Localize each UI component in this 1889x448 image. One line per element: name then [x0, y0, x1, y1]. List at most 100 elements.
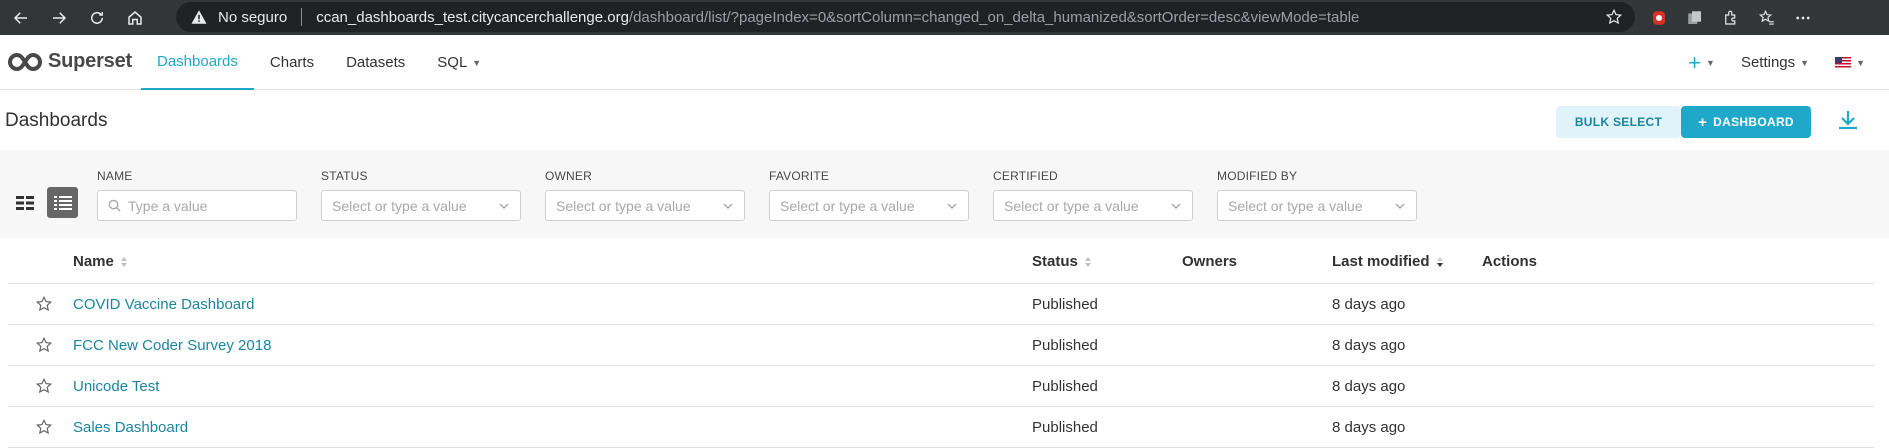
chevron-down-icon: [499, 203, 509, 209]
favorite-star-icon[interactable]: [35, 295, 53, 313]
download-icon[interactable]: [1836, 108, 1860, 132]
superset-logo[interactable]: Superset: [8, 50, 132, 73]
column-owners-label: Owners: [1182, 253, 1238, 270]
sort-icon: [120, 256, 127, 267]
column-status-label: Status: [1032, 253, 1078, 270]
caret-down-icon: ▼: [1800, 57, 1810, 68]
card-view-toggle[interactable]: [9, 187, 40, 218]
nav-dashboards[interactable]: Dashboards: [141, 35, 254, 90]
dashboard-modified: 8 days ago: [1332, 337, 1406, 354]
url-host: ccan_dashboards_test.citycancerchallenge…: [316, 8, 629, 26]
list-icon: [53, 195, 72, 210]
status-select-placeholder: Select or type a value: [332, 197, 467, 214]
language-menu[interactable]: ▼: [1835, 57, 1865, 68]
favorite-star-icon[interactable]: [35, 418, 53, 436]
dashboard-name-link[interactable]: FCC New Coder Survey 2018: [73, 337, 271, 354]
extension-puzzle-icon[interactable]: [1722, 9, 1740, 27]
us-flag-icon: [1835, 57, 1852, 68]
app-header: Superset Dashboards Charts Datasets SQL ▼…: [0, 35, 1889, 90]
modified-by-select-placeholder: Select or type a value: [1228, 197, 1363, 214]
favorite-select[interactable]: Select or type a value: [769, 190, 969, 221]
plus-icon: +: [1688, 49, 1702, 75]
plus-icon: +: [1698, 113, 1708, 131]
nav-sql-label: SQL: [437, 54, 468, 71]
forward-icon: [53, 11, 67, 24]
chevron-down-icon: [947, 203, 957, 209]
home-button[interactable]: [118, 3, 152, 33]
column-last-modified-label: Last modified: [1332, 253, 1430, 270]
filter-certified: CERTIFIED Select or type a value: [993, 169, 1193, 221]
modified-by-select[interactable]: Select or type a value: [1217, 190, 1417, 221]
dashboard-status: Published: [1032, 419, 1098, 436]
dashboard-modified: 8 days ago: [1332, 419, 1406, 436]
dashboard-name-link[interactable]: COVID Vaccine Dashboard: [73, 296, 254, 313]
dashboards-table: Name Status Owners Last modified Actions…: [8, 238, 1874, 448]
table-header: Name Status Owners Last modified Actions: [8, 238, 1874, 284]
collections-icon[interactable]: [1686, 9, 1704, 27]
favorite-star-icon[interactable]: [35, 336, 53, 354]
nav-datasets[interactable]: Datasets: [330, 35, 421, 90]
column-header-name[interactable]: Name: [73, 253, 128, 270]
column-name-label: Name: [73, 253, 114, 270]
forward-button[interactable]: [42, 3, 76, 33]
caret-down-icon: ▼: [472, 57, 482, 68]
chevron-down-icon: [1395, 203, 1405, 209]
nav-dashboards-label: Dashboards: [157, 53, 238, 70]
grid-icon: [15, 195, 34, 210]
add-dashboard-button[interactable]: + DASHBOARD: [1681, 106, 1811, 138]
chevron-down-icon: [723, 203, 733, 209]
owner-select-placeholder: Select or type a value: [556, 197, 691, 214]
address-bar[interactable]: No seguro ccan_dashboards_test.citycance…: [176, 2, 1635, 32]
back-button[interactable]: [4, 3, 38, 33]
browser-toolbar: No seguro ccan_dashboards_test.citycance…: [0, 0, 1889, 35]
certified-select[interactable]: Select or type a value: [993, 190, 1193, 221]
nav-sql[interactable]: SQL ▼: [421, 35, 497, 90]
dashboard-modified: 8 days ago: [1332, 378, 1406, 395]
settings-menu[interactable]: Settings ▼: [1741, 54, 1809, 71]
favorite-star-icon[interactable]: [35, 377, 53, 395]
extensions-area: [1650, 0, 1812, 35]
sort-desc-icon: [1436, 256, 1443, 267]
nav-charts-label: Charts: [269, 54, 315, 71]
menu-dots-icon[interactable]: [1794, 9, 1812, 27]
right-nav: + ▼ Settings ▼ ▼: [1688, 35, 1889, 90]
certified-select-placeholder: Select or type a value: [1004, 197, 1139, 214]
filter-modified-by: MODIFIED BY Select or type a value: [1217, 169, 1417, 221]
address-separator: [301, 8, 303, 26]
column-header-owners: Owners: [1182, 253, 1237, 270]
status-select[interactable]: Select or type a value: [321, 190, 521, 221]
security-label: No seguro: [218, 8, 288, 26]
filter-favorite: FAVORITE Select or type a value: [769, 169, 969, 221]
reload-icon: [91, 11, 103, 24]
sort-icon: [1084, 256, 1091, 267]
url-path: /dashboard/list/?pageIndex=0&sortColumn=…: [628, 8, 1360, 26]
favorites-icon[interactable]: [1758, 9, 1776, 27]
warning-icon: [191, 10, 207, 24]
new-menu[interactable]: + ▼: [1688, 50, 1715, 76]
dashboard-modified: 8 days ago: [1332, 296, 1406, 313]
bookmark-star-icon[interactable]: [1605, 8, 1623, 26]
extension-red-icon[interactable]: [1650, 9, 1668, 27]
main-nav: Dashboards Charts Datasets SQL ▼: [141, 35, 497, 90]
owner-select[interactable]: Select or type a value: [545, 190, 745, 221]
page-title: Dashboards: [5, 110, 108, 131]
nav-charts[interactable]: Charts: [254, 35, 330, 90]
dashboard-name-link[interactable]: Unicode Test: [73, 378, 159, 395]
filter-name-label: NAME: [97, 169, 133, 183]
column-header-status[interactable]: Status: [1032, 253, 1092, 270]
dashboard-status: Published: [1032, 337, 1098, 354]
column-header-last-modified[interactable]: Last modified: [1332, 253, 1444, 270]
column-header-actions: Actions: [1482, 253, 1537, 270]
table-row: Unicode Test Published 8 days ago: [8, 366, 1874, 407]
superset-logo-icon: [8, 52, 42, 71]
name-search-input[interactable]: Type a value: [97, 190, 297, 221]
reload-button[interactable]: [80, 3, 114, 33]
dashboard-name-link[interactable]: Sales Dashboard: [73, 419, 188, 436]
nav-datasets-label: Datasets: [346, 54, 406, 71]
list-view-toggle[interactable]: [47, 187, 78, 218]
filter-modified-by-label: MODIFIED BY: [1217, 169, 1298, 183]
table-row: FCC New Coder Survey 2018 Published 8 da…: [8, 325, 1874, 366]
bulk-select-button[interactable]: BULK SELECT: [1556, 106, 1681, 138]
filter-certified-label: CERTIFIED: [993, 169, 1058, 183]
table-row: Sales Dashboard Published 8 days ago: [8, 407, 1874, 448]
